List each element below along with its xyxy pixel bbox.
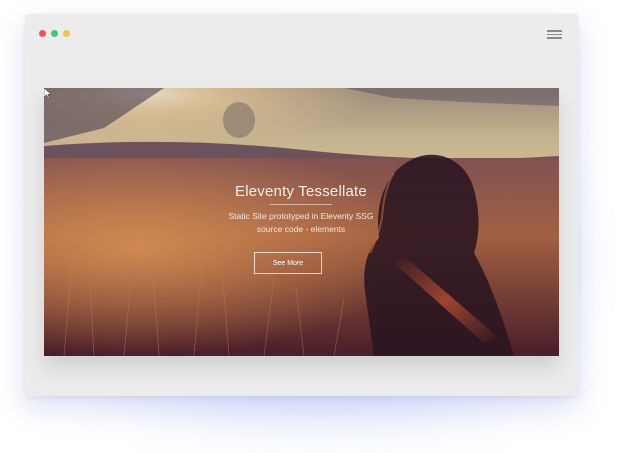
window-controls <box>39 30 70 37</box>
hamburger-menu-icon[interactable] <box>547 28 562 39</box>
browser-window: Eleventy Tessellate Static Site prototyp… <box>25 14 578 396</box>
sunset-field-photo <box>44 88 559 356</box>
hero-section: Eleventy Tessellate Static Site prototyp… <box>44 88 559 356</box>
hero-subtitle-line2: source code - elements <box>256 224 346 234</box>
mouse-cursor-icon <box>44 88 52 99</box>
see-more-button[interactable]: See More <box>254 252 322 274</box>
hero-title: Eleventy Tessellate <box>235 183 367 200</box>
hero-subtitle-line1: Static Site prototyped in Eleventy SSG <box>228 211 374 221</box>
close-dot[interactable] <box>39 30 46 37</box>
title-underline <box>270 204 332 205</box>
minimize-dot[interactable] <box>51 30 58 37</box>
maximize-dot[interactable] <box>63 30 70 37</box>
